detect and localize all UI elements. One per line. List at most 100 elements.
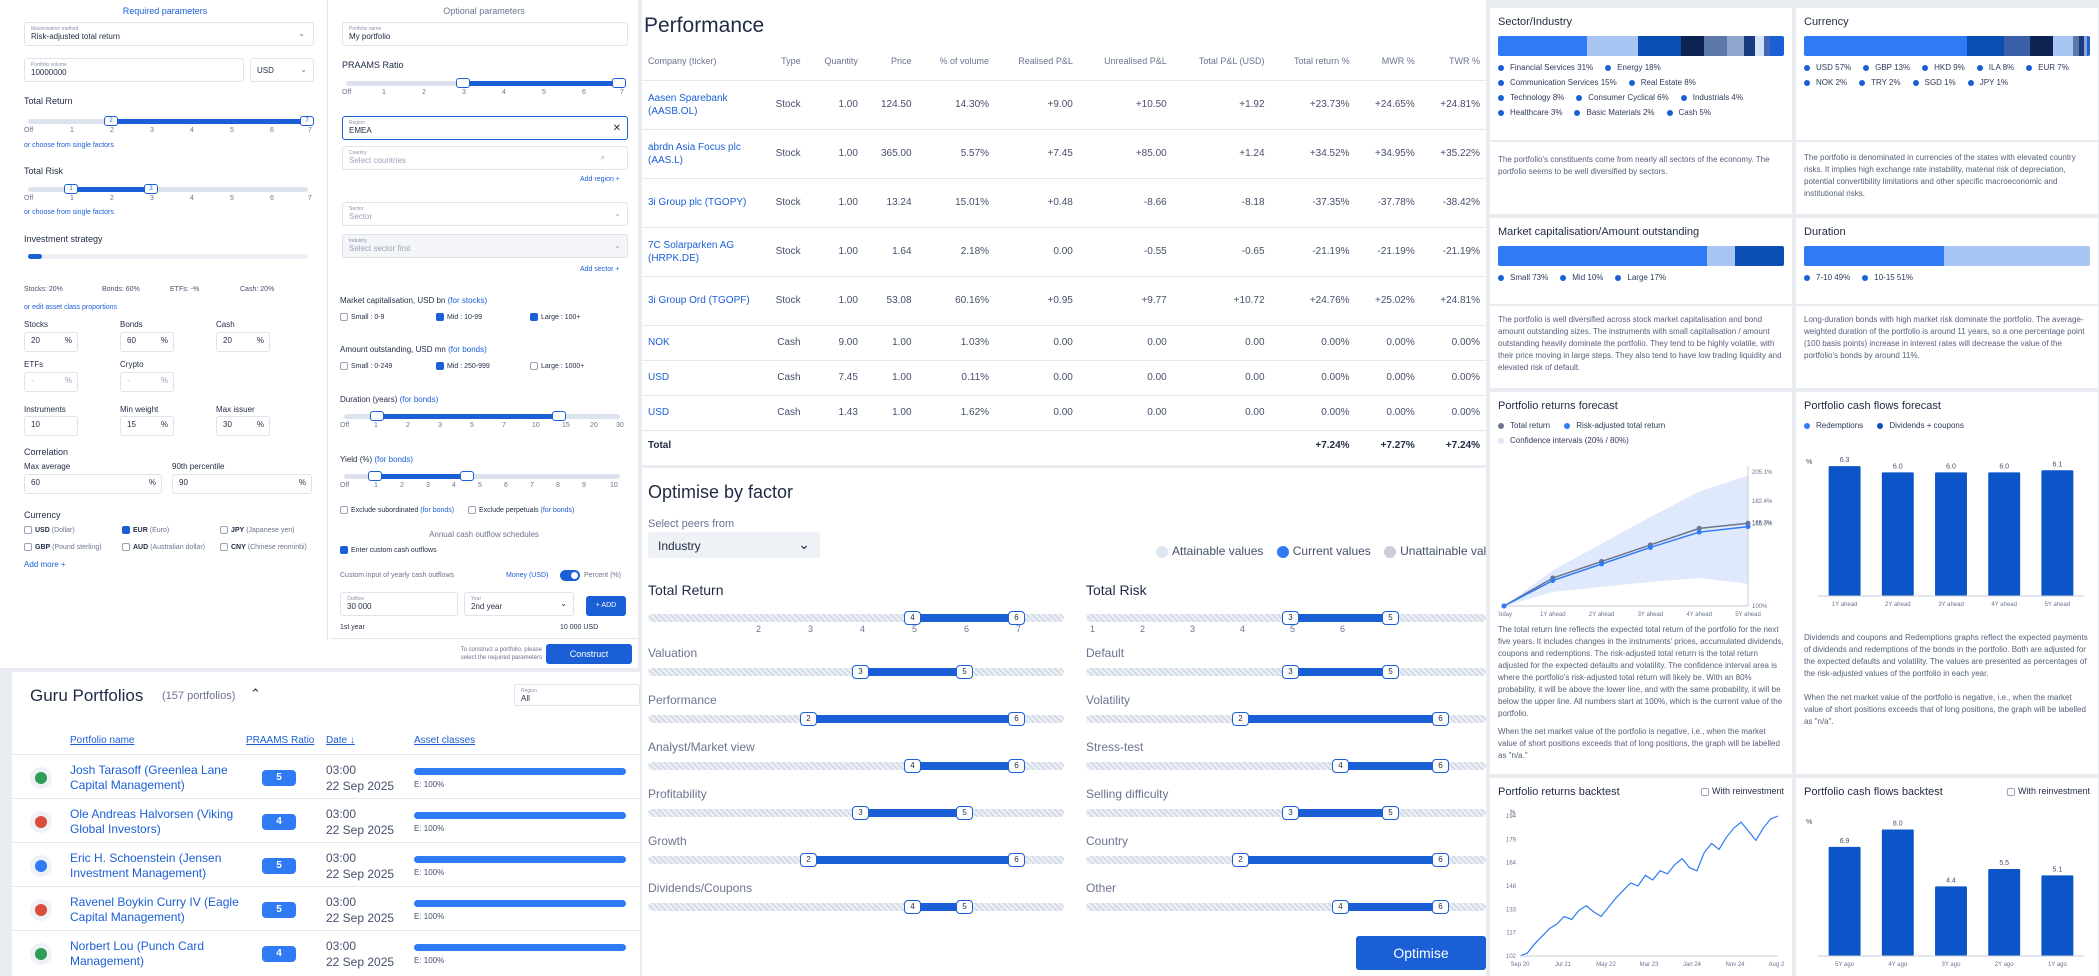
yield-max-handle[interactable] xyxy=(460,471,474,481)
min-weight-input[interactable]: 15% xyxy=(120,416,174,436)
guru-column-assets[interactable]: Asset classes xyxy=(414,735,475,746)
factor-right-4-max-handle[interactable]: 6 xyxy=(1432,853,1449,867)
yield-min-handle[interactable] xyxy=(368,471,382,481)
alloc-bonds-input[interactable]: 60% xyxy=(120,332,174,352)
factor-left-2-max-handle[interactable]: 6 xyxy=(1008,759,1025,773)
factor-left-4-min-handle[interactable]: 2 xyxy=(800,853,817,867)
company-link[interactable]: USD xyxy=(642,394,760,430)
amount-small-checkbox[interactable]: Small : 0-249 xyxy=(340,362,392,370)
praams-ratio-min-handle[interactable] xyxy=(456,78,470,88)
factor-left-5-min-handle[interactable]: 4 xyxy=(904,900,921,914)
enter-custom-outflows-checkbox[interactable]: Enter custom cash outflows xyxy=(340,546,437,554)
factor-right-0-min-handle[interactable]: 3 xyxy=(1282,665,1299,679)
factor-left-5-track[interactable] xyxy=(648,903,1064,911)
duration-max-handle[interactable] xyxy=(552,411,566,421)
alloc-cash-input[interactable]: 20% xyxy=(216,332,270,352)
total-risk-min-handle[interactable]: 1 xyxy=(64,184,78,194)
total-return-min-handle[interactable]: 2 xyxy=(104,116,118,126)
exclude-perpetuals-checkbox[interactable]: Exclude perpetuals (for bonds) xyxy=(468,506,574,514)
percentile-input[interactable]: 90% xyxy=(172,474,312,494)
factor-left-0-max-handle[interactable]: 5 xyxy=(956,665,973,679)
portfolio-name-link[interactable]: Josh Tarasoff (Greenlea Lane Capital Man… xyxy=(70,763,240,793)
company-link[interactable]: 7C Solarparken AG (HRPK.DE) xyxy=(642,226,760,276)
portfolio-name-link[interactable]: Ravenel Boykin Curry IV (Eagle Capital M… xyxy=(70,895,240,925)
returns-reinvest-checkbox[interactable]: With reinvestment xyxy=(1700,786,1784,796)
guru-table-row[interactable]: Eric H. Schoenstein (Jensen Investment M… xyxy=(12,842,640,886)
edit-asset-proportions-link[interactable]: or edit asset class proportions xyxy=(24,304,117,311)
guru-table-row[interactable]: Ravenel Boykin Curry IV (Eagle Capital M… xyxy=(12,886,640,930)
investment-strategy-slider[interactable] xyxy=(28,254,308,259)
factor-right-2-max-handle[interactable]: 6 xyxy=(1432,759,1449,773)
factor-right-3-max-handle[interactable]: 5 xyxy=(1382,806,1399,820)
amount-large-checkbox[interactable]: Large : 1000+ xyxy=(530,362,584,370)
market-cap-large-checkbox[interactable]: Large : 100+ xyxy=(530,313,581,321)
currency-usd-checkbox[interactable]: USD (Dollar) xyxy=(24,526,75,534)
factor-right-5-max-handle[interactable]: 6 xyxy=(1432,900,1449,914)
portfolio-name-link[interactable]: Norbert Lou (Punch Card Management) xyxy=(70,939,240,969)
company-link[interactable]: 3i Group plc (TGOPY) xyxy=(642,177,760,227)
company-link[interactable]: NOK xyxy=(642,324,760,360)
construct-button[interactable]: Construct xyxy=(546,644,632,664)
total-risk-min-handle[interactable]: 3 xyxy=(1282,611,1299,625)
market-cap-small-checkbox[interactable]: Small : 0-9 xyxy=(340,313,384,321)
choose-single-factors-link-2[interactable]: or choose from single factors xyxy=(24,209,114,216)
add-more-currency-link[interactable]: Add more + xyxy=(24,560,66,569)
portfolio-name-input[interactable]: Portfolio name My portfolio xyxy=(342,22,628,46)
currency-jpy-checkbox[interactable]: JPY (Japanese yen) xyxy=(220,526,294,534)
total-risk-max-handle[interactable]: 5 xyxy=(1382,611,1399,625)
factor-right-0-max-handle[interactable]: 5 xyxy=(1382,665,1399,679)
currency-select[interactable]: USD ⌄ xyxy=(250,58,314,82)
factor-left-2-min-handle[interactable]: 4 xyxy=(904,759,921,773)
industry-select[interactable]: Industry Select sector first ⌄ xyxy=(342,234,628,258)
money-percent-toggle[interactable] xyxy=(560,570,580,581)
collapse-chevron-icon[interactable]: ⌃ xyxy=(250,686,261,702)
factor-right-5-min-handle[interactable]: 4 xyxy=(1332,900,1349,914)
guru-table-row[interactable]: Norbert Lou (Punch Card Management) 4 03:0… xyxy=(12,930,640,974)
factor-left-1-max-handle[interactable]: 6 xyxy=(1008,712,1025,726)
praams-ratio-max-handle[interactable] xyxy=(612,78,626,88)
cashflow-reinvest-checkbox[interactable]: With reinvestment xyxy=(2006,786,2090,796)
portfolio-name-link[interactable]: Eric H. Schoenstein (Jensen Investment M… xyxy=(70,851,240,881)
amount-mid-checkbox[interactable]: Mid : 250-999 xyxy=(436,362,490,370)
currency-cny-checkbox[interactable]: CNY (Chinese renminbi) xyxy=(220,543,307,551)
exclude-subordinated-checkbox[interactable]: Exclude subordinated (for bonds) xyxy=(340,506,454,514)
factor-left-5-max-handle[interactable]: 5 xyxy=(956,900,973,914)
add-sector-link[interactable]: Add sector + xyxy=(580,266,620,273)
duration-min-handle[interactable] xyxy=(370,411,384,421)
factor-right-2-min-handle[interactable]: 4 xyxy=(1332,759,1349,773)
total-return-max-handle[interactable]: 6 xyxy=(1008,611,1025,625)
max-average-input[interactable]: 60% xyxy=(24,474,162,494)
company-link[interactable]: USD xyxy=(642,359,760,395)
guru-table-row[interactable]: Ole Andreas Halvorsen (Viking Global Inv… xyxy=(12,798,640,842)
outflow-input[interactable]: Outflow 30 000 xyxy=(340,592,458,616)
portfolio-name-link[interactable]: Ole Andreas Halvorsen (Viking Global Inv… xyxy=(70,807,240,837)
country-select[interactable]: Country Select countries ⌕ xyxy=(342,146,628,170)
guru-table-row[interactable]: Josh Tarasoff (Greenlea Lane Capital Man… xyxy=(12,754,640,798)
instruments-input[interactable]: 10 xyxy=(24,416,78,436)
factor-left-4-max-handle[interactable]: 6 xyxy=(1008,853,1025,867)
factor-left-0-min-handle[interactable]: 3 xyxy=(852,665,869,679)
currency-eur-checkbox[interactable]: EUR (Euro) xyxy=(122,526,169,534)
total-return-max-handle[interactable]: 7 xyxy=(300,116,314,126)
max-issuer-input[interactable]: 30% xyxy=(216,416,270,436)
maximisation-method-select[interactable]: Maximisation method Risk-adjusted total r… xyxy=(24,22,314,46)
guru-column-name[interactable]: Portfolio name xyxy=(70,735,134,746)
factor-right-4-min-handle[interactable]: 2 xyxy=(1232,853,1249,867)
factor-left-1-min-handle[interactable]: 2 xyxy=(800,712,817,726)
sector-select[interactable]: Sector Sector ⌄ xyxy=(342,202,628,226)
region-select[interactable]: Region EMEA ✕ xyxy=(342,116,628,140)
factor-right-1-min-handle[interactable]: 2 xyxy=(1232,712,1249,726)
alloc-crypto-input[interactable]: -% xyxy=(120,372,174,392)
guru-column-ratio[interactable]: PRAAMS Ratio xyxy=(246,735,314,746)
alloc-etfs-input[interactable]: -% xyxy=(24,372,78,392)
alloc-stocks-input[interactable]: 20% xyxy=(24,332,78,352)
total-risk-max-handle[interactable]: 3 xyxy=(144,184,158,194)
factor-right-1-max-handle[interactable]: 6 xyxy=(1432,712,1449,726)
currency-gbp-checkbox[interactable]: GBP (Pound sterling) xyxy=(24,543,102,551)
factor-left-3-min-handle[interactable]: 3 xyxy=(852,806,869,820)
add-outflow-button[interactable]: + ADD xyxy=(586,596,626,616)
factor-left-3-max-handle[interactable]: 5 xyxy=(956,806,973,820)
total-return-min-handle[interactable]: 4 xyxy=(904,611,921,625)
company-link[interactable]: abrdn Asia Focus plc (AAS.L) xyxy=(642,128,760,178)
optimise-button[interactable]: Optimise xyxy=(1356,936,1486,970)
